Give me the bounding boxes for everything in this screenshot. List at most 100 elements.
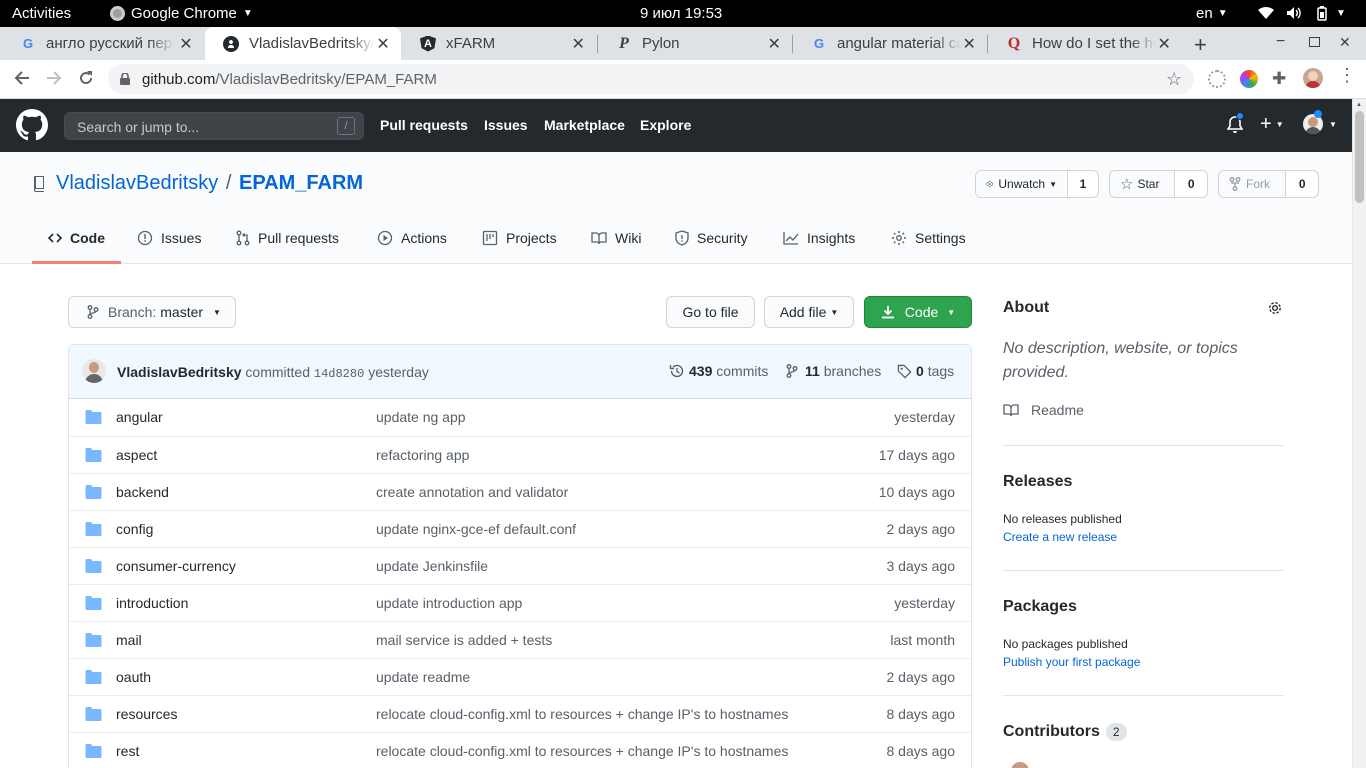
- new-tab-button[interactable]: +: [1194, 32, 1207, 58]
- commit-message-link[interactable]: create annotation and validator: [376, 484, 568, 500]
- tags-link[interactable]: 0 tags: [897, 363, 954, 379]
- tab-insights[interactable]: Insights: [783, 230, 855, 246]
- file-name-link[interactable]: aspect: [116, 447, 157, 463]
- file-name-link[interactable]: introduction: [116, 595, 188, 611]
- system-menu-caret[interactable]: ▼: [1336, 8, 1346, 19]
- reload-icon[interactable]: [78, 70, 94, 86]
- wifi-icon[interactable]: [1258, 6, 1274, 20]
- lock-icon[interactable]: [120, 73, 130, 85]
- minimize-button[interactable]: −: [1276, 33, 1285, 51]
- browser-tab[interactable]: P Pylon ✕: [598, 27, 792, 60]
- add-file-button[interactable]: Add file ▼: [764, 296, 854, 328]
- github-logo-icon[interactable]: [16, 109, 48, 141]
- create-new-button[interactable]: + ▼: [1260, 113, 1284, 136]
- profile-avatar[interactable]: [1303, 68, 1323, 88]
- commit-message-link[interactable]: update introduction app: [376, 595, 522, 611]
- tab-security[interactable]: Security: [675, 230, 748, 246]
- commit-message-link[interactable]: update readme: [376, 669, 470, 685]
- browser-tab[interactable]: Q How do I set the he ✕: [988, 27, 1182, 60]
- user-menu-button[interactable]: ▼: [1303, 110, 1337, 134]
- nav-marketplace[interactable]: Marketplace: [544, 117, 625, 133]
- packages-heading[interactable]: Packages: [1003, 598, 1077, 616]
- file-name-link[interactable]: backend: [116, 484, 169, 500]
- browser-tab[interactable]: G angular material ca ✕: [793, 27, 987, 60]
- window-close-button[interactable]: ✕: [1339, 34, 1351, 51]
- close-icon[interactable]: ✕: [1156, 34, 1172, 54]
- tab-projects[interactable]: Projects: [482, 230, 557, 246]
- commit-message-link[interactable]: relocate cloud-config.xml to resources +…: [376, 743, 788, 759]
- browser-tab[interactable]: A xFARM ✕: [402, 27, 596, 60]
- extension-color-icon[interactable]: [1240, 70, 1258, 88]
- global-search-input[interactable]: Search or jump to... /: [64, 112, 364, 140]
- app-menu[interactable]: Google Chrome ▼: [110, 5, 253, 22]
- tab-code[interactable]: Code: [48, 230, 105, 246]
- repo-owner-link[interactable]: VladislavBedritsky: [56, 172, 218, 194]
- file-name-link[interactable]: rest: [116, 743, 139, 759]
- branches-link[interactable]: 11 branches: [786, 363, 881, 379]
- file-name-link[interactable]: config: [116, 521, 153, 537]
- tab-settings[interactable]: Settings: [891, 230, 966, 246]
- close-icon[interactable]: ✕: [375, 34, 391, 54]
- commit-message-link[interactable]: mail service is added + tests: [376, 632, 552, 648]
- readme-link[interactable]: Readme: [1003, 402, 1084, 418]
- commit-message-link[interactable]: update Jenkinsfile: [376, 558, 488, 574]
- commit-sha-link[interactable]: 14d8280: [314, 367, 364, 381]
- commit-message-link[interactable]: update ng app: [376, 409, 466, 425]
- tab-issues[interactable]: Issues: [137, 230, 201, 246]
- avatar[interactable]: [82, 359, 106, 383]
- file-name-link[interactable]: resources: [116, 706, 177, 722]
- tab-pull-requests[interactable]: Pull requests: [236, 230, 339, 246]
- volume-icon[interactable]: [1286, 6, 1302, 20]
- create-release-link[interactable]: Create a new release: [1003, 530, 1117, 544]
- maximize-button[interactable]: [1309, 37, 1320, 47]
- tab-wiki[interactable]: Wiki: [591, 230, 641, 246]
- language-indicator[interactable]: en ▼: [1196, 5, 1228, 22]
- watch-count[interactable]: 1: [1068, 171, 1098, 197]
- code-download-button[interactable]: Code ▼: [864, 296, 972, 328]
- extensions-puzzle-icon[interactable]: ✚: [1272, 69, 1286, 89]
- close-icon[interactable]: ✕: [570, 34, 586, 54]
- fork-button[interactable]: Fork 0: [1218, 170, 1319, 198]
- releases-heading[interactable]: Releases: [1003, 473, 1072, 491]
- file-name-link[interactable]: angular: [116, 409, 163, 425]
- branch-select-button[interactable]: Branch: master ▼: [68, 296, 236, 328]
- chrome-menu-icon[interactable]: ⋮: [1338, 66, 1356, 84]
- browser-tab-active[interactable]: VladislavBedritsky/ ✕: [205, 27, 401, 60]
- star-count[interactable]: 0: [1175, 171, 1207, 197]
- nav-explore[interactable]: Explore: [640, 117, 691, 133]
- commit-message-link[interactable]: refactoring app: [376, 447, 469, 463]
- commits-link[interactable]: 439 commits: [669, 363, 768, 379]
- activities-button[interactable]: Activities: [12, 5, 71, 22]
- close-icon[interactable]: ✕: [961, 34, 977, 54]
- commit-message-link[interactable]: update nginx-gce-ef default.conf: [376, 521, 576, 537]
- address-bar[interactable]: github.com/VladislavBedritsky/EPAM_FARM …: [108, 64, 1194, 94]
- file-name-link[interactable]: consumer-currency: [116, 558, 236, 574]
- close-icon[interactable]: ✕: [178, 34, 194, 54]
- browser-tab[interactable]: G англо русский пере ✕: [2, 27, 204, 60]
- scrollbar-thumb[interactable]: [1355, 111, 1364, 203]
- star-button[interactable]: ☆ Star 0: [1109, 170, 1208, 198]
- gear-icon[interactable]: [1267, 300, 1283, 316]
- go-to-file-button[interactable]: Go to file: [666, 296, 755, 328]
- extension-paw-icon[interactable]: [1208, 70, 1226, 88]
- avatar[interactable]: [1011, 762, 1029, 768]
- file-name-link[interactable]: mail: [116, 632, 142, 648]
- watch-button[interactable]: Unwatch ▼ 1: [975, 170, 1099, 198]
- notifications-bell-icon[interactable]: [1227, 112, 1244, 134]
- clock[interactable]: 9 июл 19:53: [640, 5, 722, 22]
- close-icon[interactable]: ✕: [766, 34, 782, 54]
- contributors-heading[interactable]: Contributors 2: [1003, 723, 1127, 741]
- nav-pull-requests[interactable]: Pull requests: [380, 117, 468, 133]
- repo-name-link[interactable]: EPAM_FARM: [239, 172, 363, 194]
- back-arrow-icon[interactable]: [14, 70, 30, 86]
- battery-icon[interactable]: [1316, 6, 1328, 21]
- commit-message-link[interactable]: relocate cloud-config.xml to resources +…: [376, 706, 788, 722]
- publish-package-link[interactable]: Publish your first package: [1003, 655, 1140, 669]
- fork-count[interactable]: 0: [1286, 171, 1318, 197]
- commit-author-link[interactable]: VladislavBedritsky: [117, 364, 242, 380]
- tab-actions[interactable]: Actions: [377, 230, 447, 246]
- nav-issues[interactable]: Issues: [484, 117, 528, 133]
- file-name-link[interactable]: oauth: [116, 669, 151, 685]
- forward-arrow-icon[interactable]: [46, 70, 62, 86]
- page-scrollbar[interactable]: ▲: [1352, 99, 1366, 768]
